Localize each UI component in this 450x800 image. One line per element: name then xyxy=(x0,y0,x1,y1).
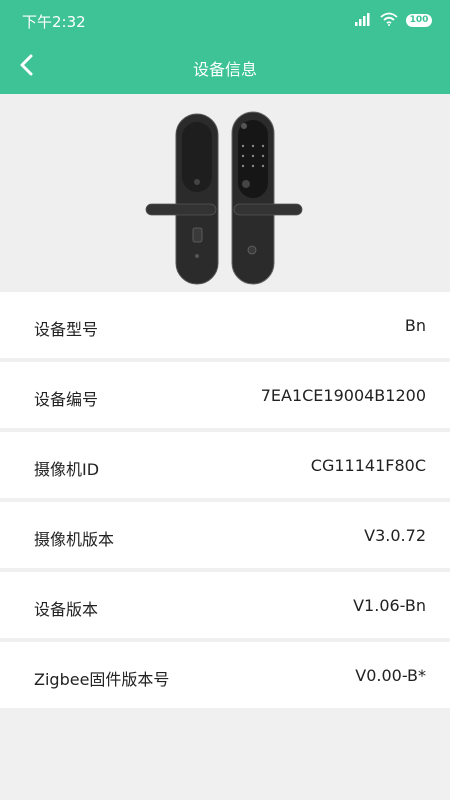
status-icons: 100 xyxy=(354,12,432,28)
wifi-icon xyxy=(380,11,398,30)
status-bar: 下午2:32 100 xyxy=(0,0,450,40)
info-value: 7EA1CE19004B1200 xyxy=(260,386,426,405)
nav-bar: 设备信息 xyxy=(0,40,450,94)
info-value: Bn xyxy=(404,316,426,335)
info-row-device-version: 设备版本 V1.06-Bn xyxy=(0,572,450,642)
info-row-camera-version: 摄像机版本 V3.0.72 xyxy=(0,502,450,572)
info-label: Zigbee固件版本号 xyxy=(34,670,170,689)
info-value: V0.00-B* xyxy=(355,666,426,685)
info-value: V3.0.72 xyxy=(364,526,426,545)
door-lock-image xyxy=(145,111,303,285)
info-row-device-id: 设备编号 7EA1CE19004B1200 xyxy=(0,362,450,432)
info-value: V1.06-Bn xyxy=(353,596,426,615)
info-value: CG11141F80C xyxy=(310,456,426,475)
info-label: 设备编号 xyxy=(34,390,99,409)
info-row-camera-id: 摄像机ID CG11141F80C xyxy=(0,432,450,502)
info-label: 摄像机ID xyxy=(34,460,100,479)
signal-icon xyxy=(354,11,372,30)
info-row-model: 设备型号 Bn xyxy=(0,292,450,362)
device-image-area xyxy=(0,94,450,292)
battery-icon: 100 xyxy=(406,13,432,27)
info-label: 设备版本 xyxy=(34,600,99,619)
status-time: 下午2:32 xyxy=(22,13,86,31)
info-row-zigbee-firmware: Zigbee固件版本号 V0.00-B* xyxy=(0,642,450,712)
device-info-list: 设备型号 Bn 设备编号 7EA1CE19004B1200 摄像机ID CG11… xyxy=(0,292,450,712)
info-label: 设备型号 xyxy=(34,320,99,339)
page-title: 设备信息 xyxy=(192,60,257,79)
info-label: 摄像机版本 xyxy=(34,530,115,549)
